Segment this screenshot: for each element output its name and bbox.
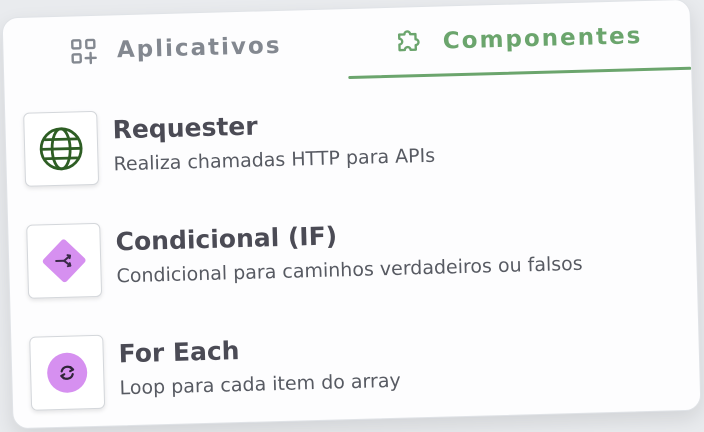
component-description: Loop para cada item do array bbox=[119, 369, 401, 400]
tab-aplicativos-label: Aplicativos bbox=[116, 32, 282, 64]
component-description: Condicional para caminhos verdadeiros ou… bbox=[116, 252, 583, 288]
stage: Aplicativos Componentes Requester Realiz… bbox=[0, 0, 704, 432]
component-title: Requester bbox=[112, 111, 258, 145]
tab-aplicativos[interactable]: Aplicativos bbox=[3, 9, 348, 88]
component-item-condicional[interactable]: Condicional (IF) Condicional para caminh… bbox=[8, 182, 698, 313]
component-icon-box bbox=[29, 334, 106, 411]
globe-icon bbox=[39, 127, 83, 171]
component-item-foreach[interactable]: For Each Loop para cada item do array bbox=[11, 294, 701, 425]
component-list: Requester Realiza chamadas HTTP para API… bbox=[4, 70, 700, 428]
component-icon-box bbox=[23, 110, 100, 187]
puzzle-icon bbox=[394, 27, 425, 58]
component-title: Condicional (IF) bbox=[115, 221, 338, 257]
tab-componentes-label: Componentes bbox=[442, 23, 643, 55]
tab-componentes[interactable]: Componentes bbox=[346, 0, 692, 80]
component-picker-card: Aplicativos Componentes Requester Realiz… bbox=[1, 0, 702, 430]
loop-icon bbox=[47, 352, 88, 393]
branch-diamond-icon bbox=[42, 239, 86, 283]
apps-add-icon bbox=[69, 36, 100, 67]
component-icon-box bbox=[26, 222, 103, 299]
component-title: For Each bbox=[118, 336, 240, 369]
component-item-requester[interactable]: Requester Realiza chamadas HTTP para API… bbox=[4, 70, 694, 201]
component-description: Realiza chamadas HTTP para APIs bbox=[113, 144, 436, 176]
